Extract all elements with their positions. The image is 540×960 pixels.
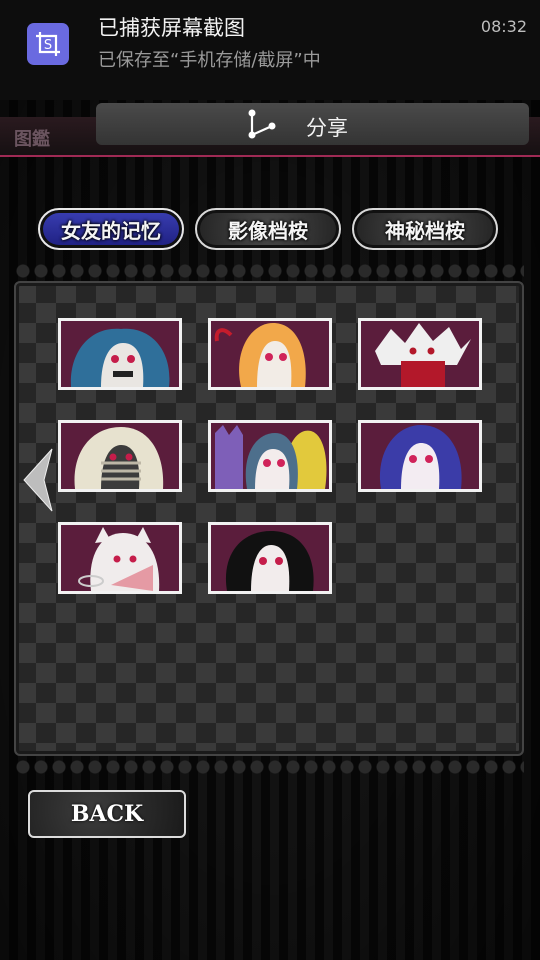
chevron-left-icon[interactable] [18,445,58,519]
svg-text:S: S [44,38,52,53]
lace-decoration-top [14,262,524,280]
share-button[interactable]: 分享 [96,103,529,145]
blonde-devil-girl-thumb [211,321,329,387]
screenshot-icon: S [27,23,69,65]
lace-decoration-bottom [14,758,524,776]
notification-subtitle: 已保存至“手机存储/截屏”中 [98,50,321,71]
tab-girlfriend-memories[interactable]: 女友的记忆 [38,208,184,250]
share-label: 分享 [306,116,348,140]
tab-video-archive[interactable]: 影像档桉 [195,208,341,250]
white-haired-red-scarf-thumb [361,321,479,387]
blue-haired-girl-thumb [61,321,179,387]
tab-mystery-archive[interactable]: 神秘档桉 [352,208,498,250]
gallery-item[interactable] [208,318,332,390]
purple-haired-girl-thumb [361,423,479,489]
gallery-item[interactable] [208,420,332,492]
notification-title: 已捕获屏幕截图 [98,16,245,40]
gallery-item[interactable] [58,318,182,390]
screenshot-notification[interactable]: S 已捕获屏幕截图 已保存至“手机存储/截屏”中 08:32 [0,0,540,100]
gallery-item[interactable] [358,318,482,390]
share-icon [244,107,278,145]
black-haired-girl-thumb [211,525,329,591]
gallery-item[interactable] [58,522,182,594]
gallery-item[interactable] [208,522,332,594]
back-button[interactable]: BACK [28,790,186,838]
white-cat-girl-thumb [61,525,179,591]
screen-title: 图鑑 [14,129,50,150]
notification-time: 08:32 [480,17,527,36]
gallery-item[interactable] [358,420,482,492]
cat-and-blonde-girl-thumb [211,423,329,489]
bandaged-mummy-girl-thumb [61,423,179,489]
gallery-item[interactable] [58,420,182,492]
